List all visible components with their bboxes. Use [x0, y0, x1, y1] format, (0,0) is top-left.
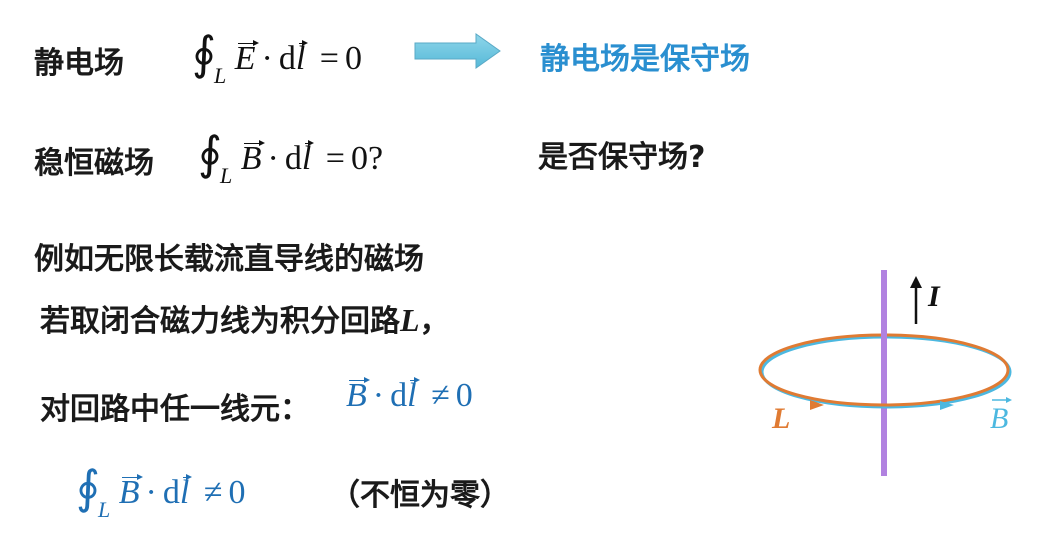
- not-always-zero-note: （不恒为零）: [330, 478, 510, 513]
- loop-label: L: [771, 402, 790, 435]
- field-label: B: [990, 402, 1008, 435]
- example-line: 例如无限长载流直导线的磁场: [34, 242, 424, 277]
- field-vector-arrowhead: [1006, 397, 1012, 403]
- right-arrow-icon: [414, 33, 501, 69]
- line-element-text: 对回路中任一线元：: [40, 392, 310, 427]
- current-arrow-icon: [910, 276, 922, 288]
- integration-loop-line: 若取闭合磁力线为积分回路L，: [40, 302, 450, 339]
- line-element-formula: B · dl ≠ 0: [346, 376, 473, 414]
- electrostatic-label: 静电场: [34, 46, 124, 81]
- steady-magnetic-field-label: 稳恒磁场: [34, 146, 154, 181]
- conservative-field-conclusion: 静电场是保守场: [540, 42, 750, 77]
- magnetic-circulation-formula: ∮L B · dl = 0?: [198, 126, 384, 188]
- electrostatic-circulation-formula: ∮L E · dl = 0: [192, 26, 362, 88]
- magnetic-field-diagram: I L B: [758, 270, 1012, 476]
- current-label: I: [927, 280, 941, 313]
- loop-integral-formula: ∮L B · dl ≠ 0: [76, 460, 246, 522]
- conservative-question: 是否保守场?: [538, 140, 706, 175]
